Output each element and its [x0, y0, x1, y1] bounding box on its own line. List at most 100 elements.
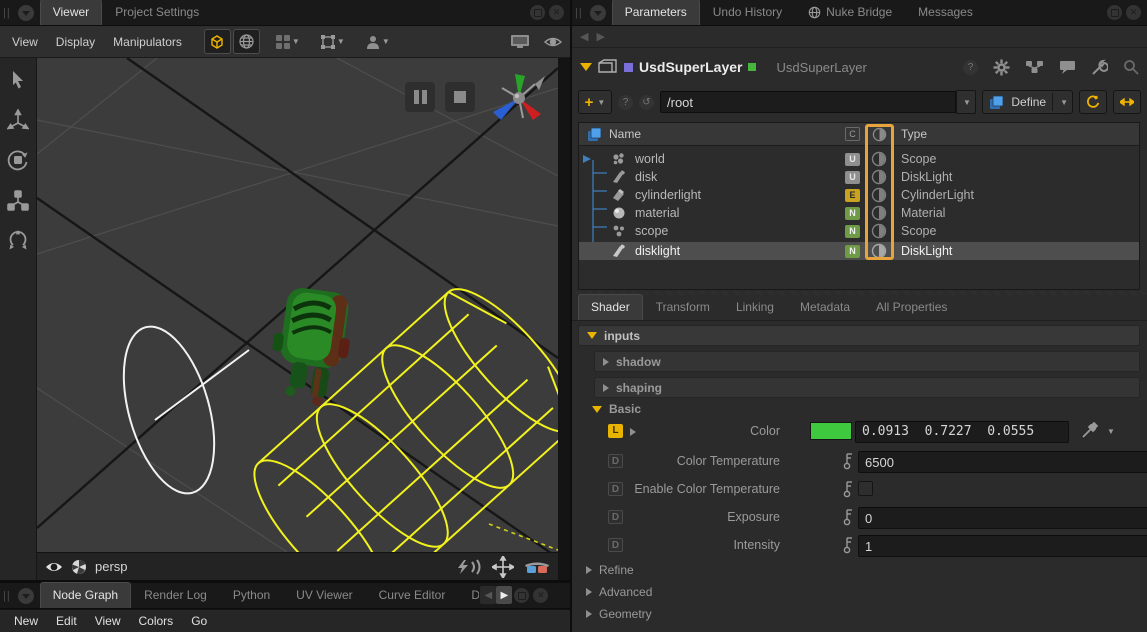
- tab-project-settings[interactable]: Project Settings: [102, 0, 212, 25]
- tab-metadata[interactable]: Metadata: [787, 294, 863, 320]
- color-swatch[interactable]: [810, 422, 852, 440]
- tab-linking[interactable]: Linking: [723, 294, 787, 320]
- nav-back-icon[interactable]: ◀: [580, 30, 588, 43]
- float-pane-icon[interactable]: [1107, 5, 1122, 20]
- rotate-tool[interactable]: [4, 144, 33, 176]
- tab-clipped[interactable]: D: [458, 582, 480, 608]
- close-pane-icon[interactable]: [1126, 5, 1141, 20]
- default-state-badge[interactable]: D: [608, 510, 623, 524]
- close-pane-icon[interactable]: [549, 5, 564, 20]
- float-pane-icon[interactable]: [530, 5, 545, 20]
- color-temperature-input[interactable]: [858, 451, 1147, 473]
- default-state-badge[interactable]: D: [608, 454, 623, 468]
- color-values-field[interactable]: 0.0913 0.7227 0.0555: [855, 421, 1069, 443]
- eyedropper-icon[interactable]: [1080, 422, 1098, 440]
- camera-shutter-icon[interactable]: [71, 559, 87, 575]
- table-row-disk[interactable]: disk U DiskLight: [579, 168, 1139, 186]
- tab-viewer[interactable]: Viewer: [40, 0, 102, 25]
- tab-shader[interactable]: Shader: [578, 294, 643, 320]
- visibility-icon[interactable]: [871, 223, 887, 239]
- revert-icon[interactable]: ↺: [639, 95, 654, 110]
- reset-to-default-button[interactable]: [1079, 90, 1107, 114]
- menu-view[interactable]: View: [4, 31, 46, 53]
- hierarchy-icon[interactable]: [1025, 60, 1044, 74]
- table-row-cylinderlight[interactable]: cylinderlight E CylinderLight: [579, 186, 1139, 204]
- tab-python[interactable]: Python: [220, 582, 283, 608]
- prim-path-input[interactable]: [660, 91, 956, 113]
- composition-column-header[interactable]: C: [845, 127, 860, 141]
- default-state-badge[interactable]: D: [608, 482, 623, 496]
- pan-crosshair-icon[interactable]: [492, 556, 514, 578]
- add-prim-button[interactable]: +▼: [578, 90, 612, 114]
- comment-bubble-icon[interactable]: [1059, 60, 1076, 75]
- section-inputs[interactable]: inputs: [578, 325, 1140, 346]
- expression-toggle-icon[interactable]: [843, 508, 853, 526]
- nav-forward-icon[interactable]: ▶: [596, 30, 604, 43]
- collapse-node-icon[interactable]: [580, 63, 592, 71]
- selection-mode-button[interactable]: ▼: [319, 29, 346, 54]
- table-row-material[interactable]: material N Material: [579, 204, 1139, 222]
- pane-menu-button[interactable]: [18, 588, 34, 604]
- tab-uv-viewer[interactable]: UV Viewer: [283, 582, 365, 608]
- tab-parameters[interactable]: Parameters: [612, 0, 700, 25]
- expression-toggle-icon[interactable]: [843, 480, 853, 498]
- pane-menu-button[interactable]: [18, 5, 34, 21]
- select-tool[interactable]: [4, 64, 33, 96]
- wrench-icon[interactable]: [1091, 59, 1108, 76]
- path-dropdown-button[interactable]: ▼: [956, 90, 976, 114]
- camera-person-button[interactable]: ▼: [364, 29, 391, 54]
- expand-width-button[interactable]: [1113, 90, 1141, 114]
- translate-tool[interactable]: [4, 104, 33, 136]
- tab-messages[interactable]: Messages: [905, 0, 986, 25]
- intensity-input[interactable]: [858, 535, 1147, 557]
- close-pane-icon[interactable]: [533, 588, 548, 603]
- node-color-swatch[interactable]: [624, 63, 633, 72]
- visibility-icon[interactable]: [871, 187, 887, 203]
- visibility-eye-button[interactable]: [539, 29, 566, 54]
- section-shadow[interactable]: shadow: [594, 351, 1140, 372]
- section-advanced[interactable]: Advanced: [582, 585, 652, 599]
- tab-transform[interactable]: Transform: [643, 294, 723, 320]
- section-refine[interactable]: Refine: [582, 563, 634, 577]
- color-options-dropdown-icon[interactable]: ▼: [1107, 427, 1115, 436]
- help-icon[interactable]: ?: [618, 95, 633, 110]
- tab-scroll-left-icon[interactable]: ◀: [480, 586, 496, 604]
- local-state-badge[interactable]: L: [608, 424, 623, 438]
- 3d-cube-toggle[interactable]: [204, 29, 231, 54]
- default-state-badge[interactable]: D: [608, 538, 623, 552]
- render-display-button[interactable]: [506, 29, 533, 54]
- menu-go[interactable]: Go: [183, 610, 215, 632]
- flash-camera-icon[interactable]: [456, 559, 482, 575]
- visibility-icon[interactable]: [871, 151, 887, 167]
- pane-drag-handle[interactable]: ||: [575, 7, 583, 19]
- tab-curve-editor[interactable]: Curve Editor: [366, 582, 459, 608]
- pane-drag-handle[interactable]: ||: [3, 590, 11, 602]
- section-shaping[interactable]: shaping: [594, 377, 1140, 398]
- camera-name-label[interactable]: persp: [95, 559, 128, 574]
- scale-tool[interactable]: [4, 184, 33, 216]
- menu-manipulators[interactable]: Manipulators: [105, 31, 190, 53]
- menu-colors[interactable]: Colors: [131, 610, 182, 632]
- orbit-tool[interactable]: [4, 224, 33, 256]
- visibility-icon[interactable]: [871, 169, 887, 185]
- menu-new[interactable]: New: [6, 610, 46, 632]
- expression-toggle-icon[interactable]: [843, 536, 853, 554]
- float-pane-icon[interactable]: [514, 588, 529, 603]
- help-icon[interactable]: ?: [963, 60, 978, 75]
- visibility-icon[interactable]: [871, 243, 887, 259]
- pause-button[interactable]: [405, 82, 435, 112]
- table-row-disklight-selected[interactable]: disklight N DiskLight: [579, 242, 1139, 260]
- layout-select-button[interactable]: ▼: [274, 29, 301, 54]
- tab-all-properties[interactable]: All Properties: [863, 294, 960, 320]
- type-column-header[interactable]: Type: [901, 127, 927, 141]
- pane-drag-handle[interactable]: ||: [3, 7, 11, 19]
- define-dropdown[interactable]: Define ▼: [982, 90, 1073, 114]
- 3d-viewport[interactable]: [37, 58, 558, 552]
- visibility-icon[interactable]: [871, 205, 887, 221]
- menu-edit[interactable]: Edit: [48, 610, 85, 632]
- tab-undo-history[interactable]: Undo History: [700, 0, 795, 25]
- gear-icon[interactable]: [993, 59, 1010, 76]
- globe-toggle[interactable]: [233, 29, 260, 54]
- tab-render-log[interactable]: Render Log: [131, 582, 220, 608]
- name-column-header[interactable]: Name: [609, 127, 641, 141]
